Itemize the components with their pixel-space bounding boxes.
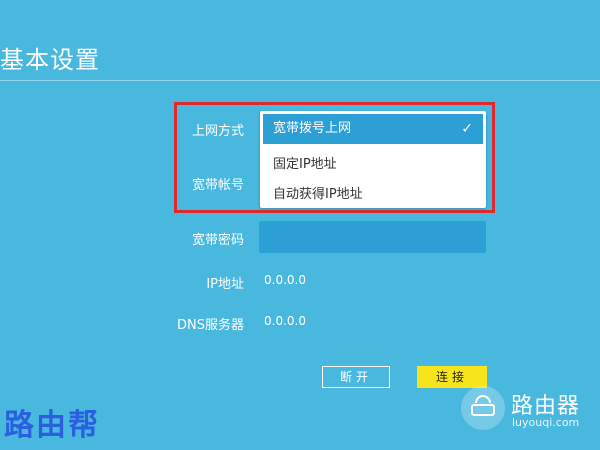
connect-button[interactable]: 连接 [417, 366, 487, 388]
dns-value: 0.0.0.0 [264, 314, 306, 328]
wifi-arc-icon [475, 395, 491, 403]
password-label: 宽带密码 [191, 233, 244, 248]
ip-label: IP地址 [206, 277, 244, 292]
router-logo-icon [461, 386, 505, 430]
page-title: 基本设置 [0, 46, 100, 74]
router-body-icon [471, 404, 495, 416]
watermark-url: luyouqi.com [512, 416, 580, 429]
password-field[interactable] [259, 221, 486, 253]
title-divider [0, 80, 600, 81]
dns-label: DNS服务器 [177, 318, 244, 333]
ip-value: 0.0.0.0 [264, 273, 306, 287]
watermark-left: 路由帮 [4, 408, 100, 443]
highlight-box [174, 102, 495, 213]
disconnect-button[interactable]: 断开 [322, 366, 390, 388]
